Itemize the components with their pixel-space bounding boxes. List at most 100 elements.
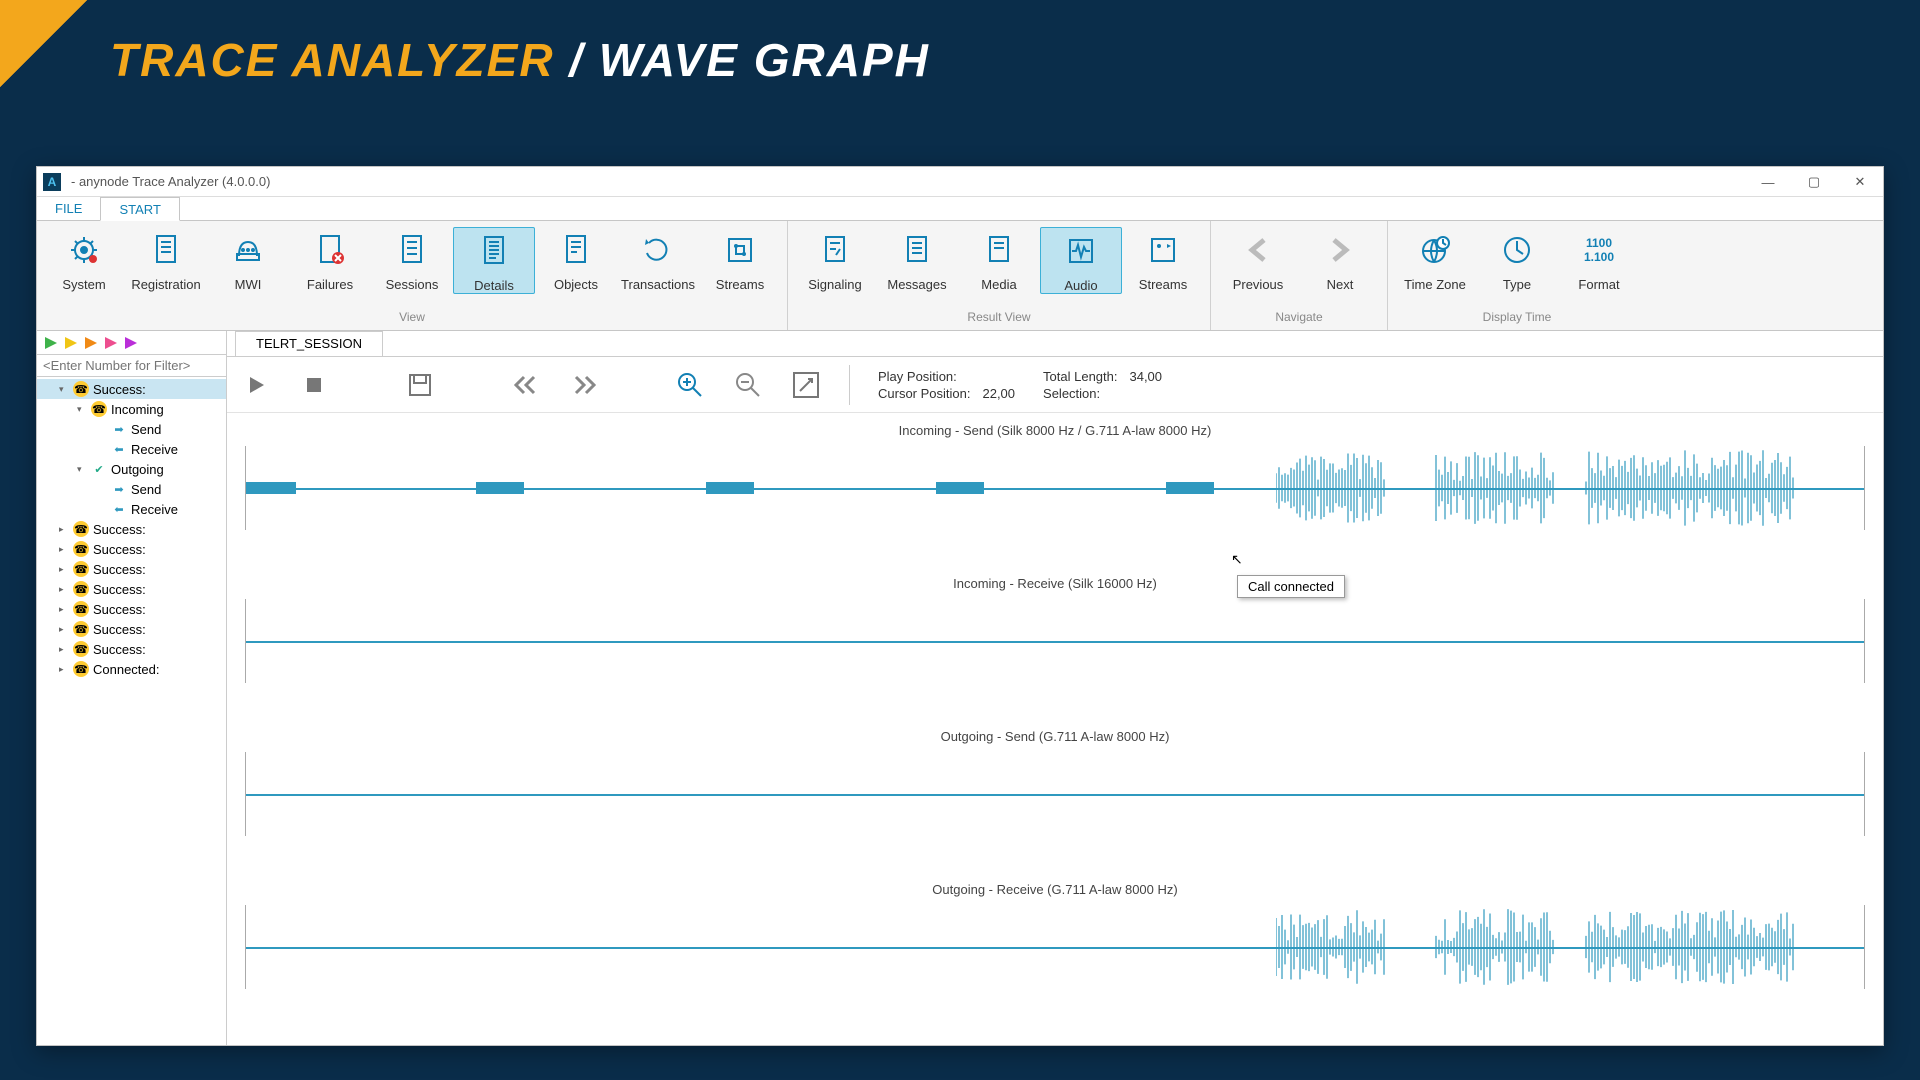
ribbon-failures-label: Failures xyxy=(307,277,353,292)
ribbon-signaling-button[interactable]: Signaling xyxy=(794,227,876,292)
play-position-label: Play Position: xyxy=(878,369,970,384)
tree-node[interactable]: ▾☎Incoming xyxy=(37,399,226,419)
previous-icon xyxy=(1241,233,1275,267)
save-button[interactable] xyxy=(405,370,435,400)
timezone-icon xyxy=(1418,233,1452,267)
session-tab[interactable]: TELRT_SESSION xyxy=(235,331,383,356)
ribbon-details-button[interactable]: Details xyxy=(453,227,535,294)
next-icon xyxy=(1323,233,1357,267)
audio-burst xyxy=(246,482,296,494)
track-canvas[interactable] xyxy=(245,446,1865,530)
track-canvas[interactable] xyxy=(245,752,1865,836)
tree-node[interactable]: ▸☎Connected: xyxy=(37,659,226,679)
ribbon-streams-button[interactable]: Streams xyxy=(699,227,781,292)
audio-burst xyxy=(936,482,984,494)
flag-icon[interactable] xyxy=(65,337,77,349)
tree-node[interactable]: ▸☎Success: xyxy=(37,639,226,659)
tab-start[interactable]: START xyxy=(100,197,179,221)
recv-arrow-icon: ⬅ xyxy=(111,501,127,517)
ribbon-system-button[interactable]: System xyxy=(43,227,125,292)
ribbon-messages-button[interactable]: Messages xyxy=(876,227,958,292)
ribbon-mwi-button[interactable]: MWI xyxy=(207,227,289,292)
flag-icon[interactable] xyxy=(45,337,57,349)
tree-node-label: Success: xyxy=(93,562,146,577)
play-button[interactable] xyxy=(241,370,271,400)
minimize-button[interactable]: — xyxy=(1745,167,1791,197)
tree-node[interactable]: ⬅Receive xyxy=(37,439,226,459)
tree-node-label: Success: xyxy=(93,542,146,557)
maximize-button[interactable]: ▢ xyxy=(1791,167,1837,197)
cursor-position-value: 22,00 xyxy=(982,386,1015,401)
tracks-area: Incoming - Send (Silk 8000 Hz / G.711 A-… xyxy=(227,413,1883,1045)
session-icon: ☎ xyxy=(73,561,89,577)
skip-back-button[interactable] xyxy=(511,370,541,400)
tree-node-label: Receive xyxy=(131,502,178,517)
ribbon-failures-button[interactable]: Failures xyxy=(289,227,371,292)
ribbon-previous-button[interactable]: Previous xyxy=(1217,227,1299,292)
track-label: Outgoing - Receive (G.711 A-law 8000 Hz) xyxy=(245,882,1865,897)
zoom-out-button[interactable] xyxy=(733,370,763,400)
close-button[interactable]: ✕ xyxy=(1837,167,1883,197)
ribbon-type-button[interactable]: Type xyxy=(1476,227,1558,292)
flag-icon[interactable] xyxy=(125,337,137,349)
ribbon-audio-label: Audio xyxy=(1064,278,1097,293)
tree-node[interactable]: ▸☎Success: xyxy=(37,519,226,539)
ribbon-details-label: Details xyxy=(474,278,514,293)
track-canvas[interactable] xyxy=(245,599,1865,683)
page-banner: TRACE ANALYZER / WAVE GRAPH xyxy=(0,0,1920,120)
ribbon-audio-button[interactable]: Audio xyxy=(1040,227,1122,294)
transactions-icon xyxy=(641,233,675,267)
tree-node[interactable]: ⬅ Receive xyxy=(37,499,226,519)
objects-icon xyxy=(559,233,593,267)
ribbon-group-nav-label: Navigate xyxy=(1211,310,1387,330)
filter-input[interactable] xyxy=(37,355,226,377)
tree-node-label: Success: xyxy=(93,382,146,397)
skip-forward-button[interactable] xyxy=(569,370,599,400)
ribbon-registration-button[interactable]: Registration xyxy=(125,227,207,292)
tab-file[interactable]: FILE xyxy=(37,197,100,220)
banner-title: TRACE ANALYZER / WAVE GRAPH xyxy=(110,33,930,87)
ribbon-media-button[interactable]: Media xyxy=(958,227,1040,292)
ribbon-messages-label: Messages xyxy=(887,277,946,292)
titlebar: A - anynode Trace Analyzer (4.0.0.0) — ▢… xyxy=(37,167,1883,197)
ribbon-previous-label: Previous xyxy=(1233,277,1284,292)
ribbon-transactions-label: Transactions xyxy=(621,277,695,292)
check-icon: ✔ xyxy=(91,461,107,477)
tree-node[interactable]: ▸☎Success: xyxy=(37,559,226,579)
zoom-fit-button[interactable] xyxy=(791,370,821,400)
tree-node[interactable]: ▾☎Success: xyxy=(37,379,226,399)
tree-node[interactable]: ▸☎Success: xyxy=(37,579,226,599)
tree-node[interactable]: ▾✔Outgoing xyxy=(37,459,226,479)
session-tab-strip: TELRT_SESSION xyxy=(227,331,1883,357)
stop-button[interactable] xyxy=(299,370,329,400)
ribbon-sessions-button[interactable]: Sessions xyxy=(371,227,453,292)
tree-node[interactable]: ▸☎Success: xyxy=(37,539,226,559)
tree-node-label: Success: xyxy=(93,642,146,657)
track-canvas[interactable] xyxy=(245,905,1865,989)
tooltip: Call connected xyxy=(1237,575,1345,598)
ribbon-timezone-button[interactable]: Time Zone xyxy=(1394,227,1476,292)
ribbon-registration-label: Registration xyxy=(131,277,200,292)
session-icon: ☎ xyxy=(73,601,89,617)
ribbon-streams2-button[interactable]: Streams xyxy=(1122,227,1204,292)
flag-icon[interactable] xyxy=(105,337,117,349)
session-icon: ☎ xyxy=(73,581,89,597)
banner-title-sep: / xyxy=(569,34,584,86)
format-icon: 11001.100 xyxy=(1582,233,1616,267)
ribbon-group-display-label: Display Time xyxy=(1388,310,1646,330)
window-title: - anynode Trace Analyzer (4.0.0.0) xyxy=(71,174,270,189)
tree-node[interactable]: ➡Send xyxy=(37,479,226,499)
failures-icon xyxy=(313,233,347,267)
media-icon xyxy=(982,233,1016,267)
audio-burst xyxy=(706,482,754,494)
ribbon-next-button[interactable]: Next xyxy=(1299,227,1381,292)
ribbon-format-button[interactable]: 11001.100Format xyxy=(1558,227,1640,292)
tree-node[interactable]: ➡Send xyxy=(37,419,226,439)
ribbon-transactions-button[interactable]: Transactions xyxy=(617,227,699,292)
cursor-position-label: Cursor Position: xyxy=(878,386,970,401)
flag-icon[interactable] xyxy=(85,337,97,349)
tree-node[interactable]: ▸☎Success: xyxy=(37,599,226,619)
ribbon-objects-button[interactable]: Objects xyxy=(535,227,617,292)
zoom-in-button[interactable] xyxy=(675,370,705,400)
tree-node[interactable]: ▸☎Success: xyxy=(37,619,226,639)
